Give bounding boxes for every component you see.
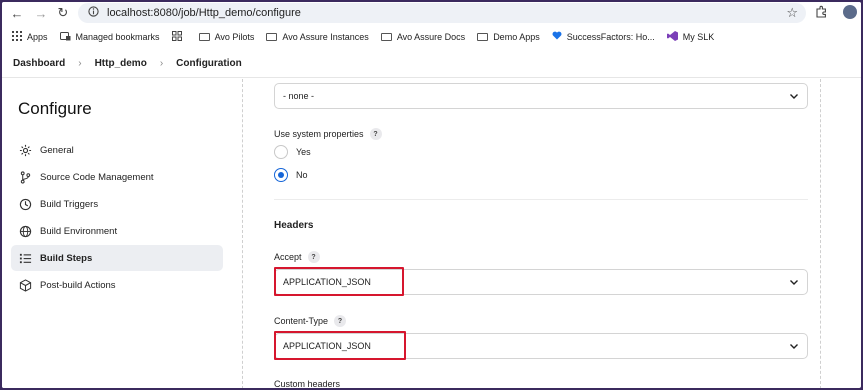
section-border-left [242, 79, 243, 388]
url-text: localhost:8080/job/Http_demo/configure [107, 7, 301, 19]
address-bar[interactable]: localhost:8080/job/Http_demo/configure ☆ [78, 3, 806, 23]
bookmark-label: SuccessFactors: Ho... [566, 32, 655, 42]
visual-studio-icon [666, 30, 678, 44]
bookmark-star-icon[interactable]: ☆ [786, 5, 798, 21]
bookmark-managed[interactable]: Managed bookmarks [59, 31, 160, 44]
headers-title: Headers [274, 220, 314, 231]
folder-icon [266, 33, 278, 41]
bookmark-apps[interactable]: Apps [12, 30, 48, 44]
bookmark-avo-pilots[interactable]: Avo Pilots [198, 32, 255, 42]
sidebar: Configure General Source Code Management… [2, 79, 237, 388]
chevron-down-icon [789, 341, 799, 351]
radio-label: Yes [296, 147, 311, 157]
chevron-right-icon: › [159, 58, 164, 69]
chevron-down-icon [789, 91, 799, 101]
sidebar-item-build-steps[interactable]: Build Steps [11, 245, 223, 271]
bookmark-grid[interactable] [171, 30, 187, 44]
browser-window: ← → ↻ localhost:8080/job/Http_demo/confi… [2, 2, 861, 388]
sidebar-item-label: Build Environment [40, 225, 118, 237]
main-content: - none - Use system properties ? Yes No … [242, 79, 822, 388]
bookmark-label: Avo Assure Docs [396, 32, 466, 42]
help-icon[interactable]: ? [307, 251, 320, 263]
sidebar-item-build-environment[interactable]: Build Environment [11, 218, 223, 244]
branch-icon [19, 170, 32, 184]
top-select[interactable]: - none - [274, 83, 808, 109]
sidebar-item-source-code-management[interactable]: Source Code Management [11, 164, 223, 190]
sidebar-item-build-triggers[interactable]: Build Triggers [11, 191, 223, 217]
back-icon[interactable]: ← [8, 4, 26, 22]
radio-no[interactable]: No [274, 168, 308, 182]
managed-bookmarks-icon [59, 31, 71, 44]
clock-icon [19, 198, 32, 211]
bookmark-demo-apps[interactable]: Demo Apps [477, 32, 540, 42]
breadcrumb-dashboard[interactable]: Dashboard [13, 58, 65, 69]
globe-icon [19, 225, 32, 238]
browser-toolbar: ← → ↻ localhost:8080/job/Http_demo/confi… [2, 2, 861, 24]
bookmark-label: Avo Pilots [214, 32, 255, 42]
bookmark-avo-assure-docs[interactable]: Avo Assure Docs [380, 32, 466, 42]
radio-yes[interactable]: Yes [274, 145, 311, 159]
bookmark-successfactors[interactable]: SuccessFactors: Ho... [552, 31, 655, 43]
bookmark-label: Demo Apps [493, 32, 540, 42]
sidebar-item-label: Source Code Management [40, 171, 154, 183]
bookmark-label: My SLK [682, 32, 715, 42]
custom-headers-label: Custom headers [274, 379, 341, 388]
site-info-icon[interactable] [88, 4, 99, 22]
content-type-highlight-box [274, 331, 406, 360]
page-title: Configure [18, 99, 92, 118]
chevron-down-icon [789, 277, 799, 287]
chevron-right-icon: › [78, 58, 82, 69]
breadcrumb-job[interactable]: Http_demo [95, 58, 147, 69]
package-icon [19, 278, 32, 292]
sidebar-item-label: Post-build Actions [40, 279, 116, 291]
apps-grid-icon [12, 30, 22, 44]
accept-highlight-box [274, 267, 404, 296]
sidebar-item-post-build-actions[interactable]: Post-build Actions [11, 272, 223, 298]
help-icon[interactable]: ? [369, 128, 382, 140]
reload-icon[interactable]: ↻ [54, 4, 72, 22]
gear-icon [19, 144, 32, 157]
list-icon [19, 252, 32, 265]
bookmark-label: Managed bookmarks [75, 32, 160, 42]
sidebar-item-label: Build Triggers [40, 198, 99, 210]
radio-button[interactable] [274, 145, 288, 159]
breadcrumb-configuration[interactable]: Configuration [176, 58, 242, 69]
profile-avatar-icon[interactable] [843, 5, 857, 19]
bookmarks-bar: Apps Managed bookmarks Avo Pilots Avo As… [2, 26, 861, 48]
sidebar-item-general[interactable]: General [11, 137, 223, 163]
help-icon[interactable]: ? [334, 315, 347, 327]
select-value: - none - [283, 91, 315, 101]
sidebar-item-label: Build Steps [40, 252, 93, 264]
bookmark-label: Apps [27, 32, 48, 42]
bookmark-my-slk[interactable]: My SLK [666, 30, 715, 44]
use-system-properties-label: Use system properties ? [274, 128, 382, 140]
bookmark-avo-assure-instances[interactable]: Avo Assure Instances [266, 32, 369, 42]
forward-icon[interactable]: → [32, 4, 50, 22]
heart-icon [552, 31, 562, 43]
divider [274, 199, 808, 200]
sidebar-item-label: General [40, 144, 74, 156]
extensions-icon[interactable] [814, 5, 828, 19]
radio-label: No [296, 170, 308, 180]
radio-button-checked[interactable] [274, 168, 288, 182]
folder-icon [380, 33, 392, 41]
accept-label: Accept ? [274, 251, 320, 263]
grid-icon [171, 30, 182, 44]
bookmark-label: Avo Assure Instances [282, 32, 369, 42]
folder-icon [198, 33, 210, 41]
section-border-right [820, 79, 821, 388]
folder-icon [477, 33, 489, 41]
breadcrumb: Dashboard › Http_demo › Configuration [2, 50, 861, 78]
content-type-label: Content-Type ? [274, 315, 347, 327]
